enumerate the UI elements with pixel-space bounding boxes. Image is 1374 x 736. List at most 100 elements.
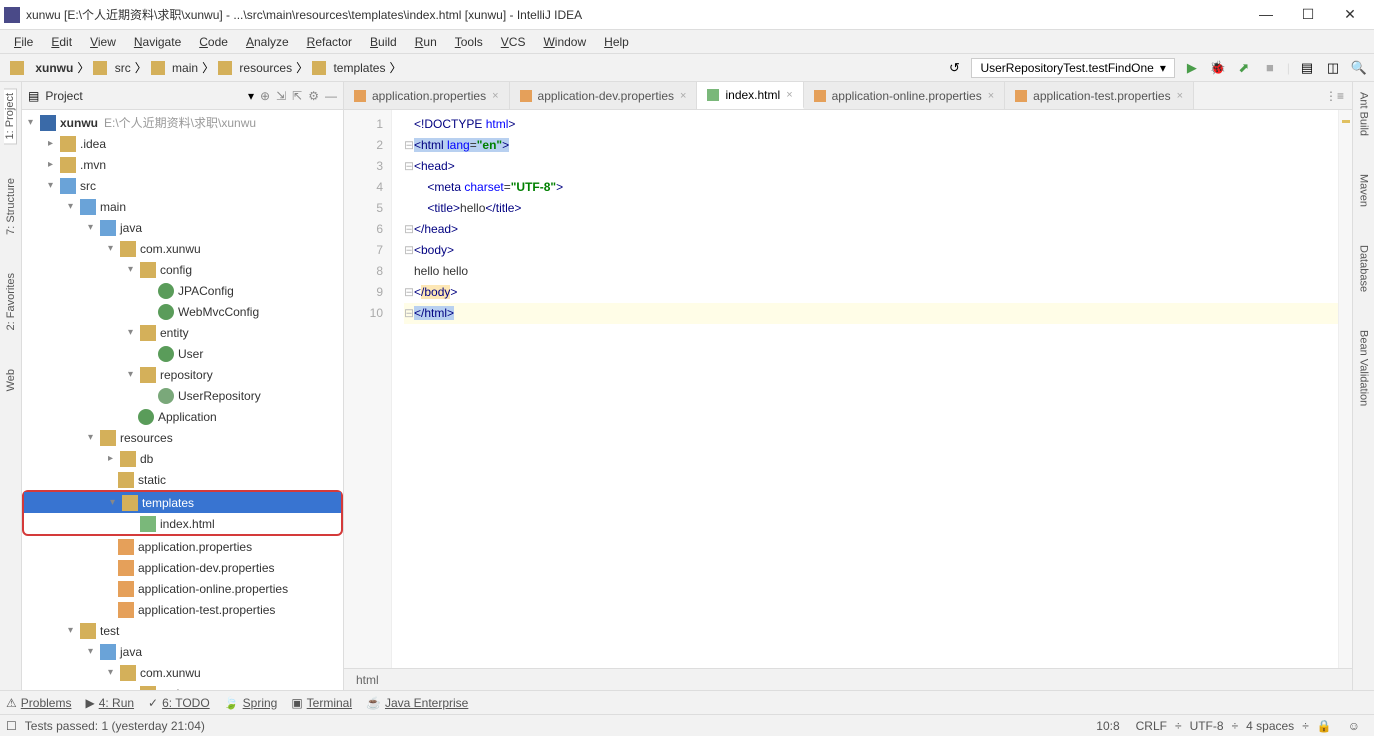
menu-tools[interactable]: Tools	[447, 33, 491, 51]
menu-edit[interactable]: Edit	[43, 33, 80, 51]
chevron-down-icon[interactable]: ▾	[248, 89, 254, 103]
close-tab-icon[interactable]: ×	[786, 89, 792, 101]
stop-button[interactable]: ■	[1261, 59, 1279, 77]
tab-application-dev-properties[interactable]: application-dev.properties×	[510, 82, 698, 109]
line-number[interactable]: 10	[344, 303, 383, 324]
project-tree[interactable]: ▾xunwuE:\个人近期资料\求职\xunwu ▸.idea ▸.mvn ▾s…	[22, 110, 343, 690]
status-line-ending[interactable]: CRLF	[1128, 719, 1175, 733]
tree-db[interactable]: ▸db	[22, 448, 343, 469]
tree-indexhtml[interactable]: index.html	[24, 513, 341, 534]
line-number[interactable]: 9	[344, 282, 383, 303]
rail-database[interactable]: Database	[1358, 241, 1370, 296]
tree-jpa[interactable]: JPAConfig	[22, 280, 343, 301]
tree-entity2[interactable]: ▸entity	[22, 683, 343, 690]
tree-entity[interactable]: ▾entity	[22, 322, 343, 343]
bottom-tab-javaenterprise[interactable]: ☕ Java Enterprise	[366, 696, 468, 710]
sidebar-title[interactable]: Project	[45, 89, 242, 103]
tab-index-html[interactable]: index.html×	[697, 82, 803, 109]
tree-java2[interactable]: ▾java	[22, 641, 343, 662]
tree-appdev[interactable]: application-dev.properties	[22, 557, 343, 578]
coverage-button[interactable]: ⬈	[1235, 59, 1253, 77]
menu-window[interactable]: Window	[535, 33, 594, 51]
line-number[interactable]: 8	[344, 261, 383, 282]
line-number[interactable]: 2	[344, 135, 383, 156]
tree-main[interactable]: ▾main	[22, 196, 343, 217]
rail-project[interactable]: 1: Project	[4, 88, 17, 144]
menu-view[interactable]: View	[82, 33, 124, 51]
project-dropdown-icon[interactable]: ▤	[28, 89, 39, 103]
tree-root[interactable]: ▾xunwuE:\个人近期资料\求职\xunwu	[22, 112, 343, 133]
status-encoding[interactable]: UTF-8	[1182, 719, 1232, 733]
tree-repository[interactable]: ▾repository	[22, 364, 343, 385]
tree-mvn[interactable]: ▸.mvn	[22, 154, 343, 175]
tree-idea[interactable]: ▸.idea	[22, 133, 343, 154]
editor-breadcrumb[interactable]: html	[344, 668, 1352, 690]
close-tab-icon[interactable]: ×	[492, 90, 498, 102]
close-tab-icon[interactable]: ×	[1177, 90, 1183, 102]
tree-pkg2[interactable]: ▾com.xunwu	[22, 662, 343, 683]
bottom-tab-todo[interactable]: ✓ 6: TODO	[148, 696, 210, 710]
breadcrumb-xunwu[interactable]: xunwu	[6, 61, 77, 75]
tree-apptest[interactable]: application-test.properties	[22, 599, 343, 620]
split-button[interactable]: ◫	[1324, 59, 1342, 77]
lock-icon[interactable]: 🔒	[1309, 719, 1340, 733]
rail-structure[interactable]: 7: Structure	[5, 174, 17, 239]
menu-run[interactable]: Run	[407, 33, 445, 51]
rail-bean[interactable]: Bean Validation	[1358, 326, 1370, 410]
menu-analyze[interactable]: Analyze	[238, 33, 297, 51]
menu-vcs[interactable]: VCS	[493, 33, 534, 51]
close-button[interactable]: ✕	[1338, 6, 1362, 23]
tab-application-properties[interactable]: application.properties×	[344, 82, 510, 109]
tree-config[interactable]: ▾config	[22, 259, 343, 280]
tree-test[interactable]: ▾test	[22, 620, 343, 641]
minimize-button[interactable]: —	[1254, 6, 1278, 23]
status-indent[interactable]: 4 spaces	[1238, 719, 1302, 733]
collapse-all-icon[interactable]: ⇲	[276, 89, 286, 103]
close-tab-icon[interactable]: ×	[680, 90, 686, 102]
tree-pkg[interactable]: ▾com.xunwu	[22, 238, 343, 259]
line-number[interactable]: 7	[344, 240, 383, 261]
breadcrumb-main[interactable]: main	[147, 61, 202, 75]
breadcrumb-src[interactable]: src	[89, 61, 134, 75]
menu-code[interactable]: Code	[191, 33, 236, 51]
menu-refactor[interactable]: Refactor	[299, 33, 360, 51]
breadcrumb-resources[interactable]: resources	[214, 61, 296, 75]
hide-icon[interactable]: —	[325, 89, 337, 103]
menu-build[interactable]: Build	[362, 33, 405, 51]
tree-user[interactable]: User	[22, 343, 343, 364]
tabs-overflow-icon[interactable]: ⋮≡	[1317, 82, 1352, 109]
bottom-tab-terminal[interactable]: ▣ Terminal	[291, 696, 352, 710]
rail-maven[interactable]: Maven	[1358, 170, 1370, 211]
tree-application[interactable]: Application	[22, 406, 343, 427]
menu-navigate[interactable]: Navigate	[126, 33, 189, 51]
tab-application-test-properties[interactable]: application-test.properties×	[1005, 82, 1194, 109]
error-stripe[interactable]	[1338, 110, 1352, 668]
close-tab-icon[interactable]: ×	[988, 90, 994, 102]
expand-all-icon[interactable]: ⇱	[292, 89, 302, 103]
bottom-tab-spring[interactable]: 🍃 Spring	[224, 696, 278, 710]
code-content[interactable]: <!DOCTYPE html> ⊟<html lang="en"> ⊟<head…	[392, 110, 1338, 668]
structure-button[interactable]: ▤	[1298, 59, 1316, 77]
tree-webmvc[interactable]: WebMvcConfig	[22, 301, 343, 322]
tree-userrepo[interactable]: UserRepository	[22, 385, 343, 406]
bottom-tab-run[interactable]: ▶ 4: Run	[85, 696, 134, 710]
line-number[interactable]: 4	[344, 177, 383, 198]
settings-icon[interactable]: ⚙	[308, 89, 319, 103]
tree-java[interactable]: ▾java	[22, 217, 343, 238]
inspector-icon[interactable]: ☺	[1340, 719, 1368, 733]
line-number[interactable]: 6	[344, 219, 383, 240]
tree-static[interactable]: static	[22, 469, 343, 490]
tree-templates[interactable]: ▾templates	[24, 492, 341, 513]
tree-src[interactable]: ▾src	[22, 175, 343, 196]
code-area[interactable]: 12345678910 <!DOCTYPE html> ⊟<html lang=…	[344, 110, 1352, 668]
search-button[interactable]: 🔍	[1350, 59, 1368, 77]
menu-file[interactable]: File	[6, 33, 41, 51]
tree-apponline[interactable]: application-online.properties	[22, 578, 343, 599]
run-config-selector[interactable]: UserRepositoryTest.testFindOne ▾	[971, 58, 1174, 78]
rail-favorites[interactable]: 2: Favorites	[5, 269, 17, 334]
tab-application-online-properties[interactable]: application-online.properties×	[804, 82, 1006, 109]
menu-help[interactable]: Help	[596, 33, 637, 51]
rail-ant[interactable]: Ant Build	[1358, 88, 1370, 140]
line-number[interactable]: 1	[344, 114, 383, 135]
status-caret[interactable]: 10:8	[1088, 719, 1127, 733]
